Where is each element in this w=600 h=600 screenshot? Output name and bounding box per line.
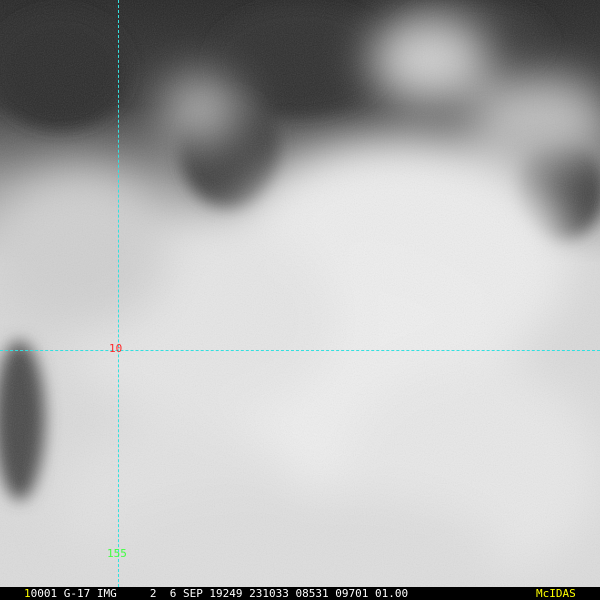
longitude-label: 155 bbox=[107, 547, 127, 560]
satellite-image-frame: 10 155 10001 G-17 IMG 2 6 SEP 19249 2310… bbox=[0, 0, 600, 600]
satellite-cloud-imagery bbox=[0, 0, 600, 587]
status-info-text: 0001 G-17 IMG 2 6 SEP 19249 231033 08531… bbox=[30, 587, 409, 600]
status-bar: 10001 G-17 IMG 2 6 SEP 19249 231033 0853… bbox=[0, 587, 600, 600]
latitude-label: 10 bbox=[109, 342, 123, 355]
texture-overlay bbox=[0, 0, 600, 587]
frame-number: 1 bbox=[24, 587, 31, 600]
mcidas-brand: McIDAS bbox=[536, 587, 576, 600]
